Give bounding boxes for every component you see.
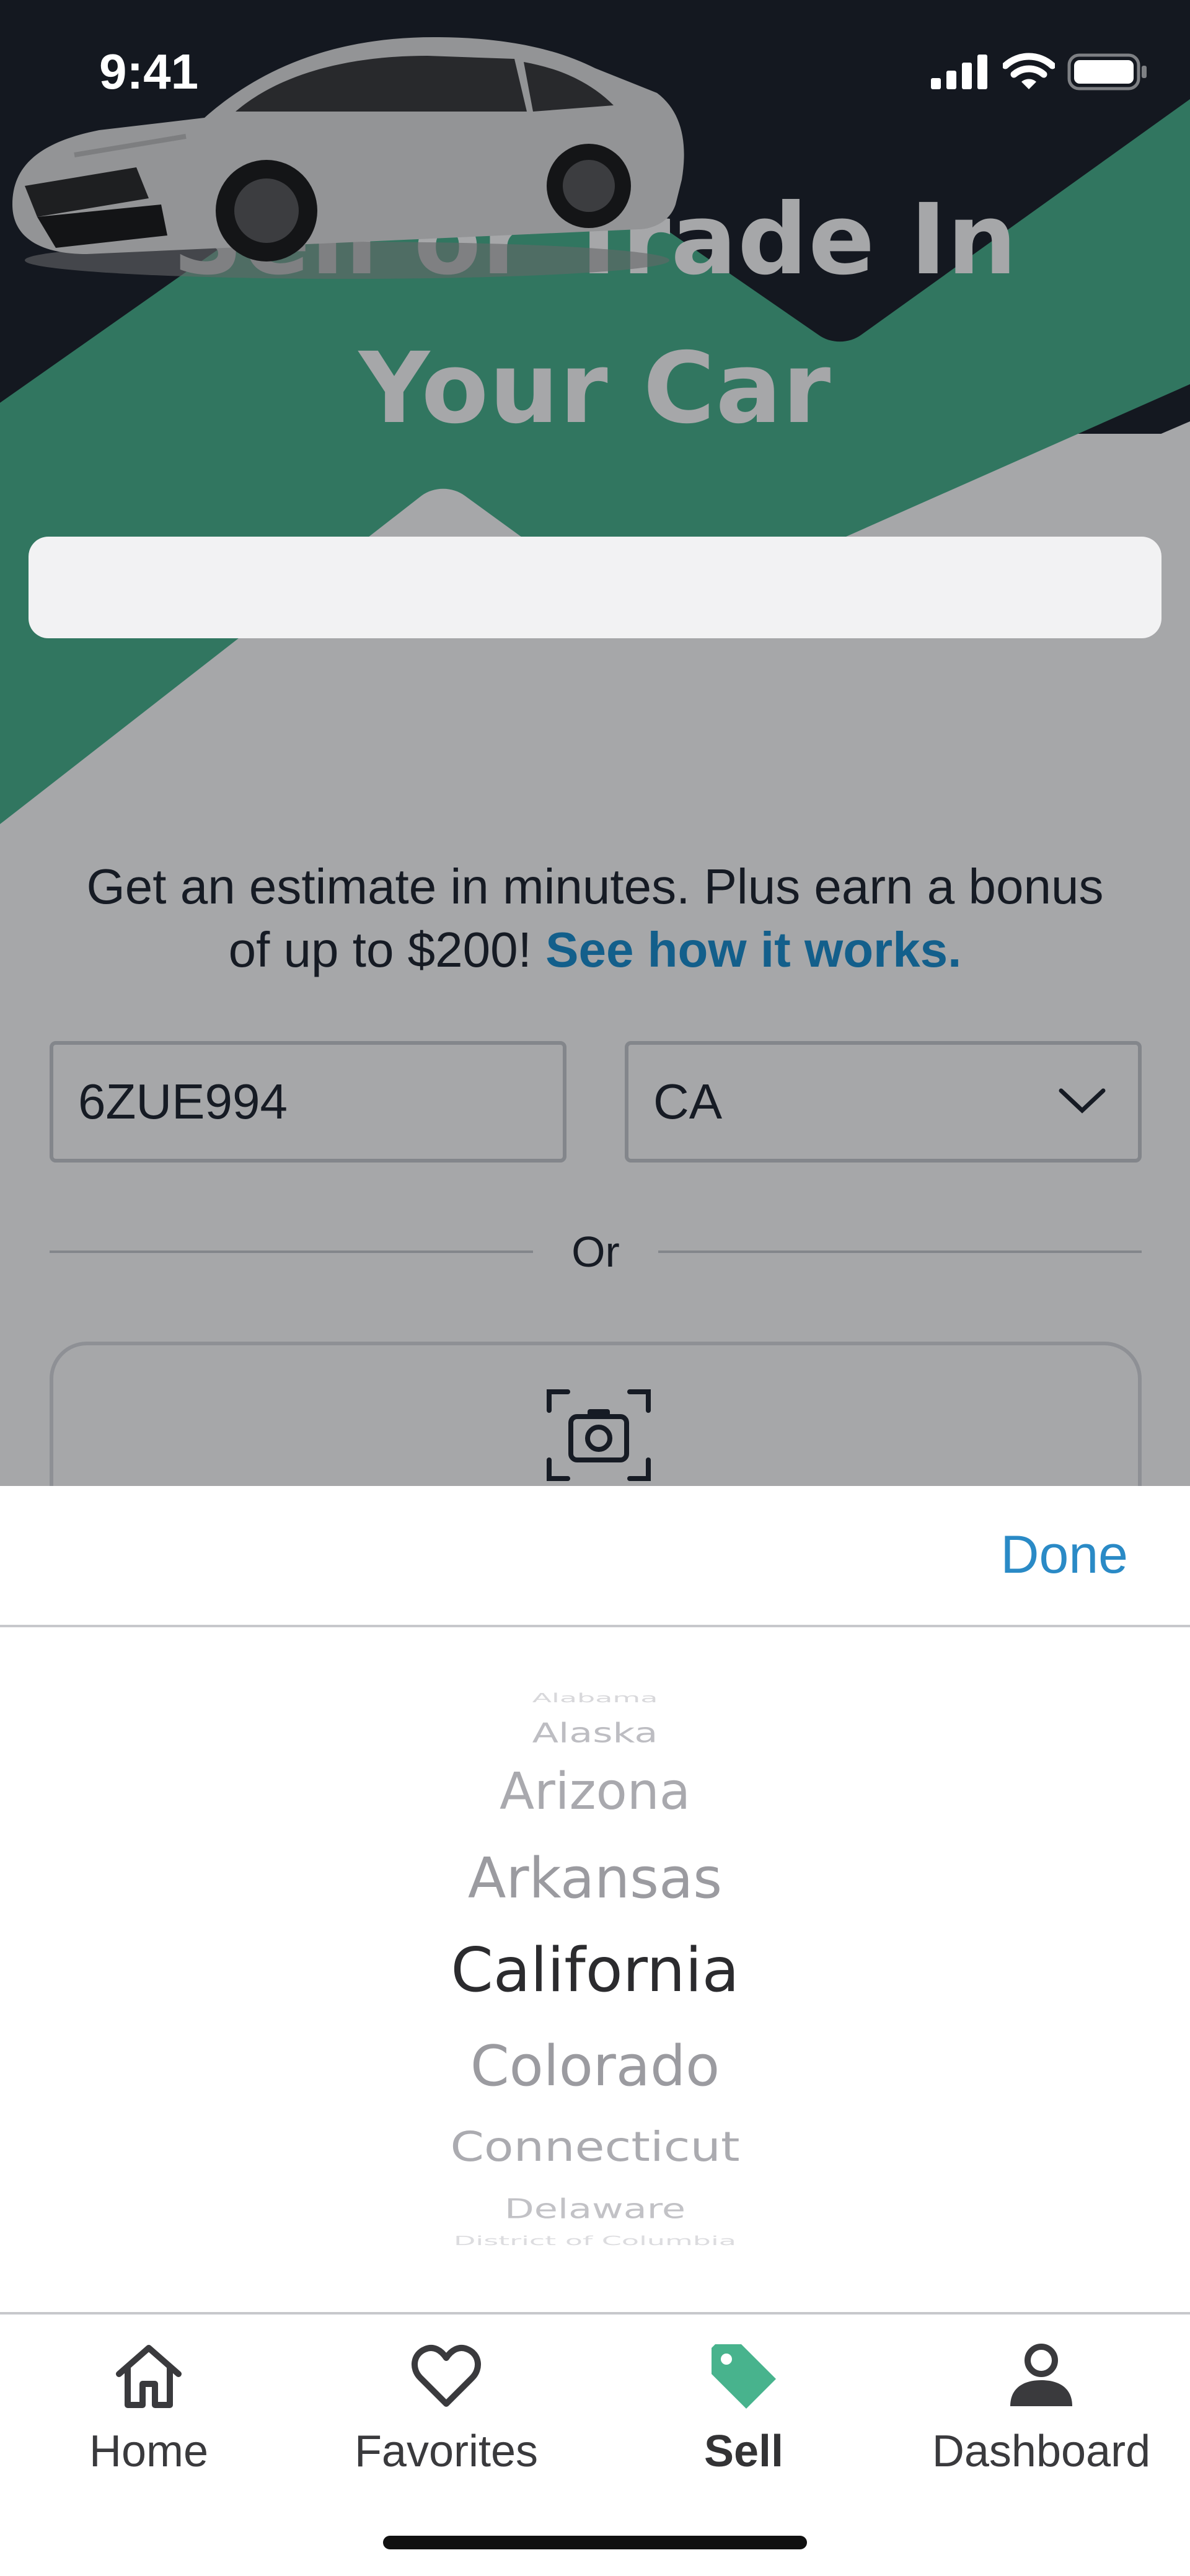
tab-dashboard[interactable]: Dashboard <box>892 2327 1190 2488</box>
dim-overlay[interactable] <box>0 0 1190 1486</box>
person-icon <box>1010 2344 1072 2406</box>
tab-sell-label: Sell <box>703 2427 784 2476</box>
picker-option[interactable]: Alaska <box>0 1718 1190 1749</box>
battery-icon <box>1067 53 1147 90</box>
tab-dashboard-label: Dashboard <box>932 2427 1151 2476</box>
tab-home[interactable]: Home <box>0 2327 298 2488</box>
house-icon <box>116 2345 182 2408</box>
heart-icon <box>412 2344 481 2407</box>
picker-option-selected[interactable]: California <box>0 1936 1190 2005</box>
picker-selection-highlight <box>29 537 1161 638</box>
wifi-icon <box>1003 53 1055 89</box>
tab-favorites[interactable]: Favorites <box>298 2327 595 2488</box>
tab-sell[interactable]: Sell <box>595 2327 892 2488</box>
done-button[interactable]: Done <box>1000 1524 1128 1586</box>
tab-favorites-label: Favorites <box>354 2427 539 2476</box>
cellular-signal-icon <box>931 55 987 89</box>
picker-option[interactable]: Delaware <box>0 2196 1190 2222</box>
price-tag-icon <box>712 2344 776 2409</box>
picker-option[interactable]: District of Columbia <box>0 2235 1190 2248</box>
status-bar: 9:41 <box>0 0 1190 149</box>
picker-toolbar: Done <box>0 1486 1190 1627</box>
tab-home-label: Home <box>89 2427 209 2476</box>
picker-option[interactable]: Alabama <box>0 1692 1190 1705</box>
status-time: 9:41 <box>99 44 199 99</box>
picker-option[interactable]: Arizona <box>0 1761 1190 1823</box>
picker-option[interactable]: Arkansas <box>0 1845 1190 1913</box>
home-indicator <box>383 2536 807 2549</box>
picker-option[interactable]: Connecticut <box>0 2124 1190 2171</box>
picker-option[interactable]: Colorado <box>0 2033 1190 2101</box>
